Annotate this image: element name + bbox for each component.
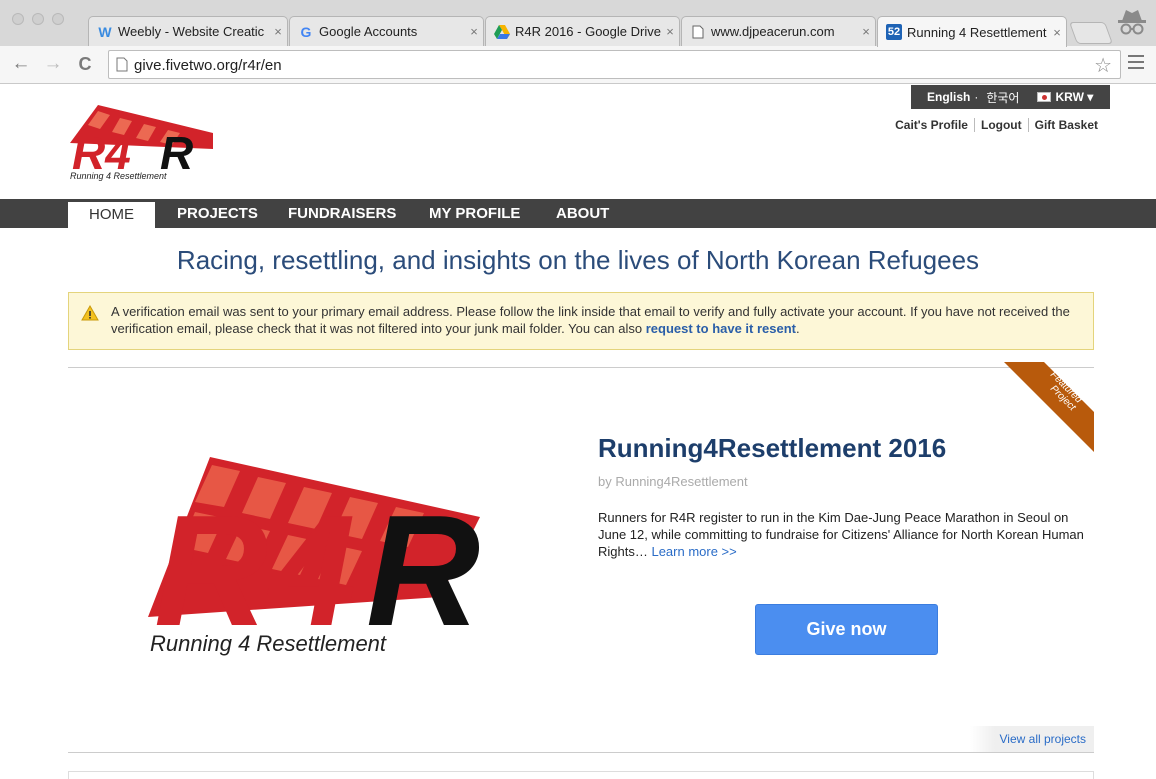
close-tab-icon[interactable]: × [1048, 25, 1066, 40]
lang-separator: · [974, 90, 979, 104]
minimize-window-button[interactable] [32, 13, 44, 25]
logo-caption: Running 4 Resettlement [70, 171, 167, 181]
project-logo-image[interactable]: R4 R Running 4 Resettlement [140, 447, 510, 657]
nav-about[interactable]: ABOUT [556, 199, 609, 228]
bookmark-star-icon[interactable]: ☆ [1094, 53, 1112, 78]
page-icon [690, 24, 706, 40]
project-author: by Running4Resettlement [598, 474, 748, 489]
weebly-icon: W [98, 23, 112, 40]
gift-basket-link[interactable]: Gift Basket [1035, 118, 1098, 132]
browser-tab-r4r[interactable]: 52 Running 4 Resettlement × [877, 16, 1067, 47]
close-tab-icon[interactable]: × [269, 24, 287, 39]
nav-my-profile[interactable]: MY PROFILE [429, 199, 520, 228]
divider [1027, 118, 1029, 132]
browser-tab-google-drive[interactable]: R4R 2016 - Google Drive × [485, 16, 680, 46]
back-arrow-icon[interactable]: ← [10, 53, 32, 75]
zoom-window-button[interactable] [52, 13, 64, 25]
browser-tab-strip: W Weebly - Website Creatic × G Google Ac… [0, 0, 1156, 47]
close-tab-icon[interactable]: × [465, 24, 483, 39]
logout-link[interactable]: Logout [981, 118, 1022, 132]
browser-tab-weebly[interactable]: W Weebly - Website Creatic × [88, 16, 288, 46]
tab-title: R4R 2016 - Google Drive [515, 24, 661, 39]
view-all-projects-link[interactable]: View all projects [970, 726, 1094, 752]
close-tab-icon[interactable]: × [857, 24, 875, 39]
lang-korean-link[interactable]: 한국어 [986, 89, 1019, 106]
project-description: Runners for R4R register to run in the K… [598, 509, 1093, 560]
learn-more-link[interactable]: Learn more >> [651, 544, 736, 559]
google-drive-icon [494, 24, 510, 40]
browser-menu-icon[interactable] [1128, 55, 1144, 73]
page-info-icon[interactable] [116, 57, 128, 72]
browser-toolbar: ← → C give.fivetwo.org/r4r/en ☆ [0, 46, 1156, 84]
address-bar[interactable]: give.fivetwo.org/r4r/en ☆ [108, 50, 1121, 79]
reload-icon[interactable]: C [74, 53, 96, 75]
language-currency-bar: English · 한국어 KRW ▾ [911, 85, 1110, 109]
close-tab-icon[interactable]: × [661, 24, 679, 39]
fivetwo-icon: 52 [886, 24, 902, 40]
alert-end: . [796, 321, 800, 336]
browser-tab-djpeacerun[interactable]: www.djpeacerun.com × [681, 16, 876, 46]
big-logo-caption: Running 4 Resettlement [150, 631, 387, 656]
verification-alert: A verification email was sent to your pr… [68, 292, 1094, 350]
tab-title: Running 4 Resettlement [907, 24, 1047, 40]
currency-dropdown[interactable]: KRW ▾ [1055, 90, 1093, 104]
forward-arrow-icon[interactable]: → [42, 53, 64, 75]
divider [973, 118, 975, 132]
resend-link[interactable]: request to have it resent [646, 321, 796, 336]
profile-link[interactable]: Cait's Profile [895, 118, 968, 132]
korea-flag-icon [1037, 92, 1052, 102]
close-window-button[interactable] [12, 13, 24, 25]
alert-text: A verification email was sent to your pr… [111, 304, 1070, 336]
tab-title: Google Accounts [319, 24, 418, 39]
google-icon: G [300, 23, 312, 40]
incognito-icon [1113, 4, 1151, 42]
lang-english-link[interactable]: English [927, 90, 970, 104]
user-nav: Cait's Profile Logout Gift Basket [895, 118, 1098, 132]
give-now-button[interactable]: Give now [755, 604, 938, 655]
page-content: English · 한국어 KRW ▾ Cait's Profile Logou… [0, 85, 1156, 779]
page-tagline: Racing, resettling, and insights on the … [176, 245, 980, 275]
site-logo[interactable]: R4 R Running 4 Resettlement [68, 99, 218, 181]
divider [68, 367, 1094, 368]
nav-fundraisers[interactable]: FUNDRAISERS [288, 199, 396, 228]
nav-home[interactable]: HOME [68, 202, 155, 228]
new-tab-button[interactable] [1068, 22, 1114, 44]
main-nav: HOME PROJECTS FUNDRAISERS MY PROFILE ABO… [0, 199, 1156, 228]
tab-title: Weebly - Website Creatic [118, 24, 265, 39]
url-text[interactable]: give.fivetwo.org/r4r/en [134, 57, 282, 74]
warning-icon [81, 305, 99, 321]
divider [68, 752, 1094, 753]
nav-projects[interactable]: PROJECTS [177, 199, 258, 228]
tab-title: www.djpeacerun.com [711, 24, 835, 39]
next-section-box [68, 771, 1094, 779]
featured-ribbon: Featured Project [1004, 362, 1094, 452]
browser-tab-google-accounts[interactable]: G Google Accounts × [289, 16, 484, 46]
project-title[interactable]: Running4Resettlement 2016 [598, 433, 946, 464]
